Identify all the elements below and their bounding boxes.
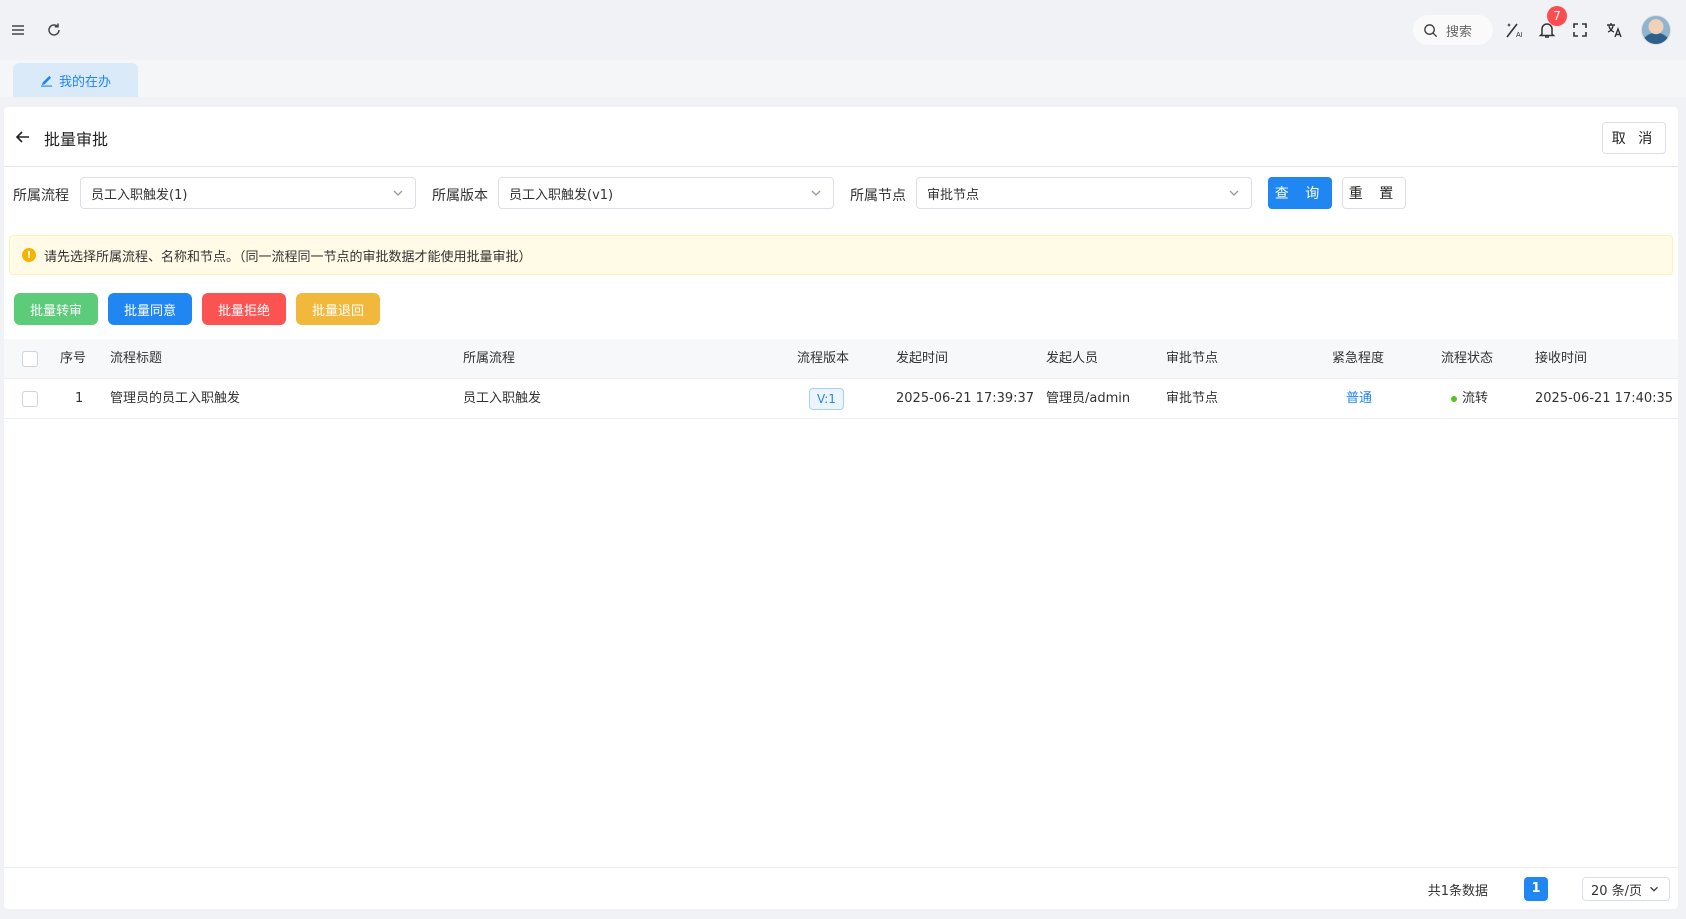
cancel-button[interactable]: 取 消 [1602,122,1666,154]
version-filter-label: 所属版本 [432,188,488,204]
col-initiator: 发起人员 [1046,351,1099,366]
row-receive-time: 2025-06-21 17:40:35 [1535,391,1674,406]
row-checkbox[interactable] [22,391,38,407]
chevron-down-icon [1650,886,1658,892]
process-select[interactable]: 员工入职触发(1) [80,177,416,209]
top-header: 搜索 AI 7 [0,0,1686,60]
page-header: 批量审批 取 消 [4,107,1678,167]
col-start-time: 发起时间 [896,351,949,366]
translate-icon[interactable] [1602,18,1626,42]
reset-button[interactable]: 重 置 [1342,177,1406,209]
row-node: 审批节点 [1166,391,1219,406]
version-select[interactable]: 员工入职触发(v1) [498,177,834,209]
process-filter-label: 所属流程 [13,188,69,204]
theme-magic-icon[interactable]: AI [1502,18,1526,42]
row-initiator: 管理员/admin [1046,391,1131,406]
col-title: 流程标题 [110,351,163,366]
warning-icon: ! [22,248,36,262]
batch-reject-button[interactable]: 批量拒绝 [202,293,287,325]
node-select-value: 审批节点 [927,187,980,203]
col-index: 序号 [60,351,87,366]
page-title: 批量审批 [44,130,109,149]
filter-bar: 所属流程 员工入职触发(1) 所属版本 员工入职触发(v1) 所属节点 审批节点… [4,177,1678,211]
row-urgency: 普通 [1346,391,1373,406]
chevron-down-icon [393,190,403,196]
batch-approve-button[interactable]: 批量同意 [108,293,193,325]
col-process: 所属流程 [463,351,516,366]
row-process: 员工入职触发 [463,391,542,406]
pagination: 共1条数据 1 20 条/页 [4,867,1678,909]
refresh-icon[interactable] [42,18,66,42]
notification-bell[interactable]: 7 [1535,6,1567,42]
user-avatar[interactable] [1641,15,1671,45]
row-status-cell: 流转 [1451,379,1488,419]
version-select-value: 员工入职触发(v1) [509,187,614,203]
edit-icon [40,75,53,87]
batch-transfer-button[interactable]: 批量转审 [14,293,99,325]
back-arrow-icon[interactable] [12,126,34,148]
notification-badge: 7 [1547,6,1567,26]
version-tag: V:1 [809,387,844,410]
row-status: 流转 [1462,391,1489,406]
menu-icon[interactable] [6,18,30,42]
tab-my-in-progress[interactable]: 我的在办 [13,63,138,97]
col-urgency: 紧急程度 [1332,351,1385,366]
select-all-checkbox[interactable] [22,351,38,367]
fullscreen-icon[interactable] [1568,18,1592,42]
notice-text: 请先选择所属流程、名称和节点。（同一流程同一节点的审批数据才能使用批量审批） [44,249,532,265]
global-search[interactable]: 搜索 [1413,15,1493,45]
row-version-cell: V:1 [809,379,844,419]
chevron-down-icon [811,190,821,196]
page-size-value: 20 条/页 [1591,883,1643,899]
query-button[interactable]: 查 询 [1268,177,1332,209]
chevron-down-icon [1229,190,1239,196]
col-node: 审批节点 [1166,351,1219,366]
batch-return-button[interactable]: 批量退回 [296,293,381,325]
page-number-current[interactable]: 1 [1524,877,1548,901]
process-select-value: 员工入职触发(1) [91,187,188,203]
table-header: 序号 流程标题 所属流程 流程版本 发起时间 发起人员 审批节点 紧急程度 流程… [4,339,1678,379]
search-icon [1424,23,1438,37]
tab-label: 我的在办 [58,74,111,90]
row-title: 管理员的员工入职触发 [110,391,241,406]
tab-bar: 我的在办 [0,60,1686,97]
node-select[interactable]: 审批节点 [916,177,1252,209]
table-row[interactable]: 1 管理员的员工入职触发 员工入职触发 V:1 2025-06-21 17:39… [4,379,1678,419]
pagination-total: 共1条数据 [1427,884,1488,899]
batch-actions: 批量转审 批量同意 批量拒绝 批量退回 [14,293,381,325]
search-label: 搜索 [1446,24,1473,40]
node-filter-label: 所属节点 [850,188,906,204]
notice-alert: ! 请先选择所属流程、名称和节点。（同一流程同一节点的审批数据才能使用批量审批） [9,235,1673,275]
svg-text:AI: AI [1516,32,1523,39]
status-dot [1451,395,1457,402]
main-panel: 批量审批 取 消 所属流程 员工入职触发(1) 所属版本 员工入职触发(v1) … [4,107,1678,909]
page-size-select[interactable]: 20 条/页 [1582,877,1670,901]
row-start-time: 2025-06-21 17:39:37 [896,391,1035,406]
col-receive-time: 接收时间 [1535,351,1588,366]
col-status: 流程状态 [1441,351,1494,366]
col-version: 流程版本 [797,351,850,366]
row-index: 1 [75,391,84,406]
